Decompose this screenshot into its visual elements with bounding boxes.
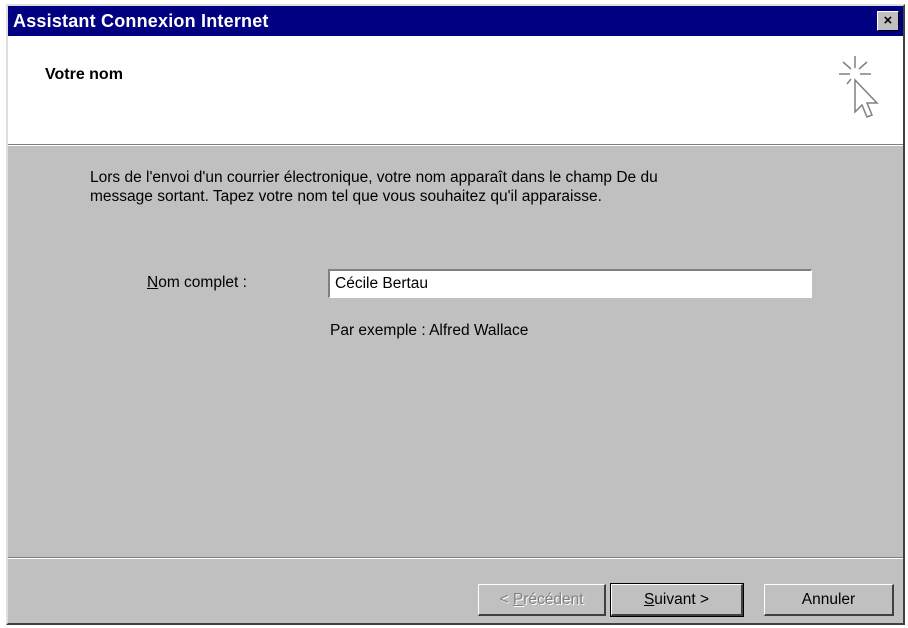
- wizard-sparkle-cursor-icon: [839, 56, 879, 118]
- close-icon: ×: [883, 12, 893, 29]
- full-name-label: Nom complet :: [147, 274, 247, 292]
- wizard-window: Assistant Connexion Internet × Votre nom…: [6, 4, 905, 625]
- next-button[interactable]: Suivant >: [610, 583, 744, 617]
- header-separator: [8, 144, 903, 146]
- cancel-button-label: Annuler: [801, 590, 856, 608]
- intro-line-1: Lors de l'envoi d'un courrier électroniq…: [90, 169, 658, 186]
- next-button-label: uivant >: [654, 590, 710, 608]
- cancel-button[interactable]: Annuler: [764, 584, 894, 616]
- intro-line-2: message sortant. Tapez votre nom tel que…: [90, 188, 602, 205]
- next-button-accel: S: [643, 590, 655, 608]
- wizard-header: Votre nom: [8, 36, 903, 144]
- previous-button-prefix: <: [499, 590, 513, 608]
- title-bar: Assistant Connexion Internet ×: [8, 6, 903, 36]
- previous-button-accel: P: [512, 590, 524, 608]
- full-name-label-text: om complet :: [158, 274, 247, 291]
- window-title: Assistant Connexion Internet: [13, 11, 269, 31]
- previous-button-label: récédent: [523, 590, 584, 608]
- full-name-input[interactable]: [328, 269, 812, 298]
- page-title: Votre nom: [45, 66, 123, 83]
- intro-text: Lors de l'envoi d'un courrier électroniq…: [90, 168, 830, 206]
- previous-button[interactable]: < Précédent: [478, 584, 606, 616]
- example-hint: Par exemple : Alfred Wallace: [330, 322, 529, 339]
- full-name-label-accel: N: [147, 274, 159, 291]
- close-button[interactable]: ×: [877, 11, 899, 31]
- footer-separator: [8, 557, 903, 559]
